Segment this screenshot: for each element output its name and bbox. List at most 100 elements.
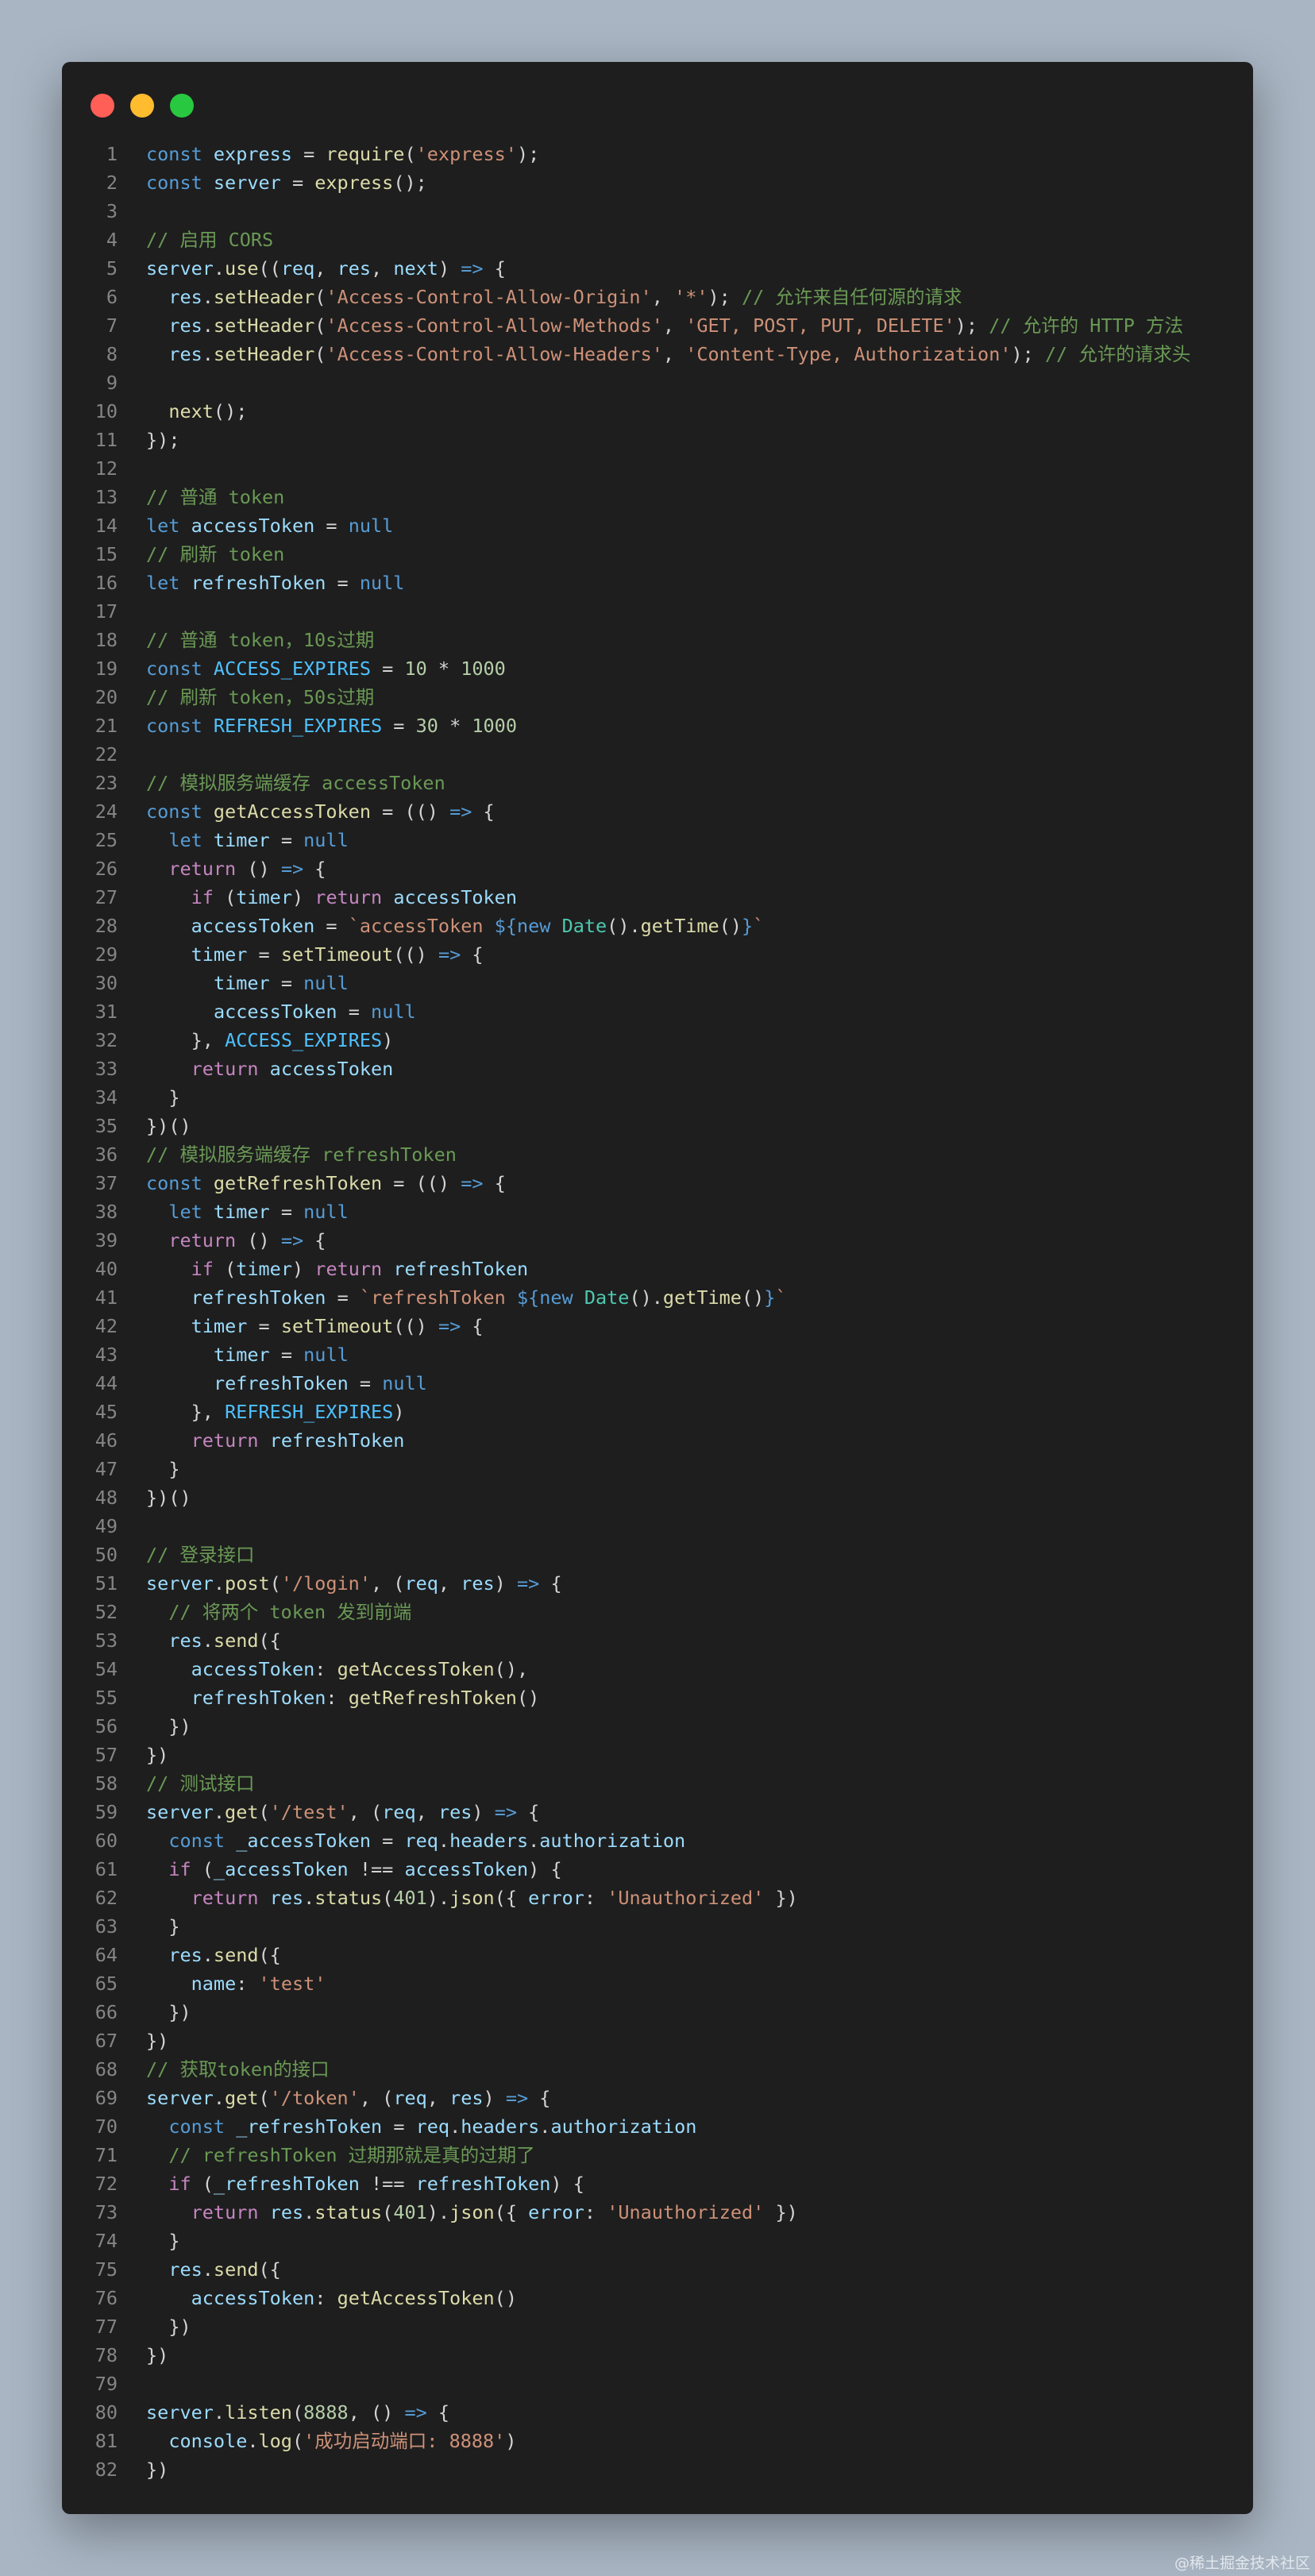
line-number: 24 [94,800,118,823]
line-number: 15 [94,543,118,565]
code-line: 9 [62,368,1253,397]
line-code: if (timer) return refreshToken [191,1258,529,1280]
line-number: 64 [94,1944,118,1966]
line-code: }) [168,2001,191,2023]
maximize-window-button[interactable] [170,94,194,118]
code-line: 74 } [62,2227,1253,2255]
line-number: 82 [94,2458,118,2481]
line-number: 58 [94,1772,118,1795]
line-number: 2 [106,172,118,194]
code-line: 78}) [62,2341,1253,2370]
line-code: }) [168,2316,191,2338]
line-code: }) [146,2030,169,2052]
code-line: 62 return res.status(401).json({ error: … [62,1884,1253,1912]
code-line: 1 const express = require('express'); [62,140,1253,168]
line-code: })() [146,1115,191,1137]
code-line: 65 name: 'test' [62,1969,1253,1998]
code-line: 11}); [62,426,1253,454]
line-code: const ACCESS_EXPIRES = 10 * 1000 [146,657,506,680]
code-line: 7 res.setHeader('Access-Control-Allow-Me… [62,311,1253,340]
line-number: 42 [94,1315,118,1337]
line-code: // refreshToken 过期那就是真的过期了 [168,2144,535,2166]
line-code: // 登录接口 [146,1544,255,1566]
line-code: // 模拟服务端缓存 refreshToken [146,1143,457,1166]
line-code: res.send({ [168,2258,281,2281]
line-code: const REFRESH_EXPIRES = 30 * 1000 [146,715,517,737]
line-code: res.send({ [168,1629,281,1652]
line-code: // 将两个 token 发到前端 [168,1601,412,1623]
code-line: 60 const _accessToken = req.headers.auth… [62,1826,1253,1855]
line-number: 21 [94,715,118,737]
line-number: 38 [94,1201,118,1223]
line-number: 52 [94,1601,118,1623]
code-line: 51 server.post('/login', (req, res) => { [62,1569,1253,1598]
line-number: 40 [94,1258,118,1280]
line-number: 22 [94,743,118,765]
line-code: refreshToken: getRefreshToken() [191,1687,540,1709]
code-line: 12 [62,454,1253,483]
code-line: 71 // refreshToken 过期那就是真的过期了 [62,2141,1253,2169]
line-code: refreshToken = null [213,1372,427,1394]
line-number: 30 [94,972,118,994]
line-code: return res.status(401).json({ error: 'Un… [191,2201,798,2223]
line-code: return () => { [168,1229,326,1251]
line-code: // 模拟服务端缓存 accessToken [146,772,445,794]
close-window-button[interactable] [91,94,114,118]
code-line: 40 if (timer) return refreshToken [62,1255,1253,1283]
line-number: 28 [94,915,118,937]
window-titlebar [62,62,1253,149]
code-line: 14 let accessToken = null [62,511,1253,540]
line-code: res.setHeader('Access-Control-Allow-Orig… [168,286,962,308]
line-number: 4 [106,229,118,251]
code-line: 37 const getRefreshToken = (() => { [62,1169,1253,1197]
code-line: 21 const REFRESH_EXPIRES = 30 * 1000 [62,711,1253,740]
code-line: 73 return res.status(401).json({ error: … [62,2198,1253,2227]
code-line: 41 refreshToken = `refreshToken ${new Da… [62,1283,1253,1312]
code-line: 27 if (timer) return accessToken [62,883,1253,912]
line-code: }) [146,1744,169,1766]
line-number: 72 [94,2173,118,2195]
line-code: if (_refreshToken !== refreshToken) { [168,2173,584,2195]
line-code: accessToken = null [213,1001,416,1023]
line-code: if (timer) return accessToken [191,886,517,908]
line-code: const server = express(); [146,172,427,194]
line-number: 32 [94,1029,118,1051]
line-code: let timer = null [168,829,349,851]
line-number: 7 [106,314,118,337]
line-code: console.log('成功启动端口: 8888') [168,2430,517,2452]
line-number: 5 [106,257,118,280]
code-line: 43 timer = null [62,1340,1253,1369]
line-code: } [168,1086,180,1109]
line-number: 11 [94,429,118,451]
line-code: res.setHeader('Access-Control-Allow-Meth… [168,314,1184,337]
code-line: 24 const getAccessToken = (() => { [62,797,1253,826]
code-line: 72 if (_refreshToken !== refreshToken) { [62,2169,1253,2198]
code-line: 53 res.send({ [62,1626,1253,1655]
line-code: refreshToken = `refreshToken ${new Date(… [191,1286,787,1309]
line-code: }) [146,2344,169,2366]
code-line: 56 }) [62,1712,1253,1741]
line-number: 36 [94,1143,118,1166]
line-code: let timer = null [168,1201,349,1223]
code-line: 33 return accessToken [62,1055,1253,1083]
code-line: 8 res.setHeader('Access-Control-Allow-He… [62,340,1253,368]
line-code: server.get('/test', (req, res) => { [146,1801,540,1823]
line-number: 1 [106,143,118,165]
line-code: // 普通 token，10s过期 [146,629,375,651]
code-line: 75 res.send({ [62,2255,1253,2284]
code-line: 34 } [62,1083,1253,1112]
code-line: 70 const _refreshToken = req.headers.aut… [62,2112,1253,2141]
line-number: 69 [94,2087,118,2109]
line-number: 20 [94,686,118,708]
line-number: 14 [94,515,118,537]
line-code: }) [168,1715,191,1737]
line-number: 31 [94,1001,118,1023]
line-code: // 获取token的接口 [146,2058,330,2080]
line-number: 68 [94,2058,118,2080]
minimize-window-button[interactable] [130,94,154,118]
line-number: 6 [106,286,118,308]
line-number: 29 [94,943,118,966]
code-line: 68 // 获取token的接口 [62,2055,1253,2084]
line-code: return accessToken [191,1058,394,1080]
line-number: 45 [94,1401,118,1423]
